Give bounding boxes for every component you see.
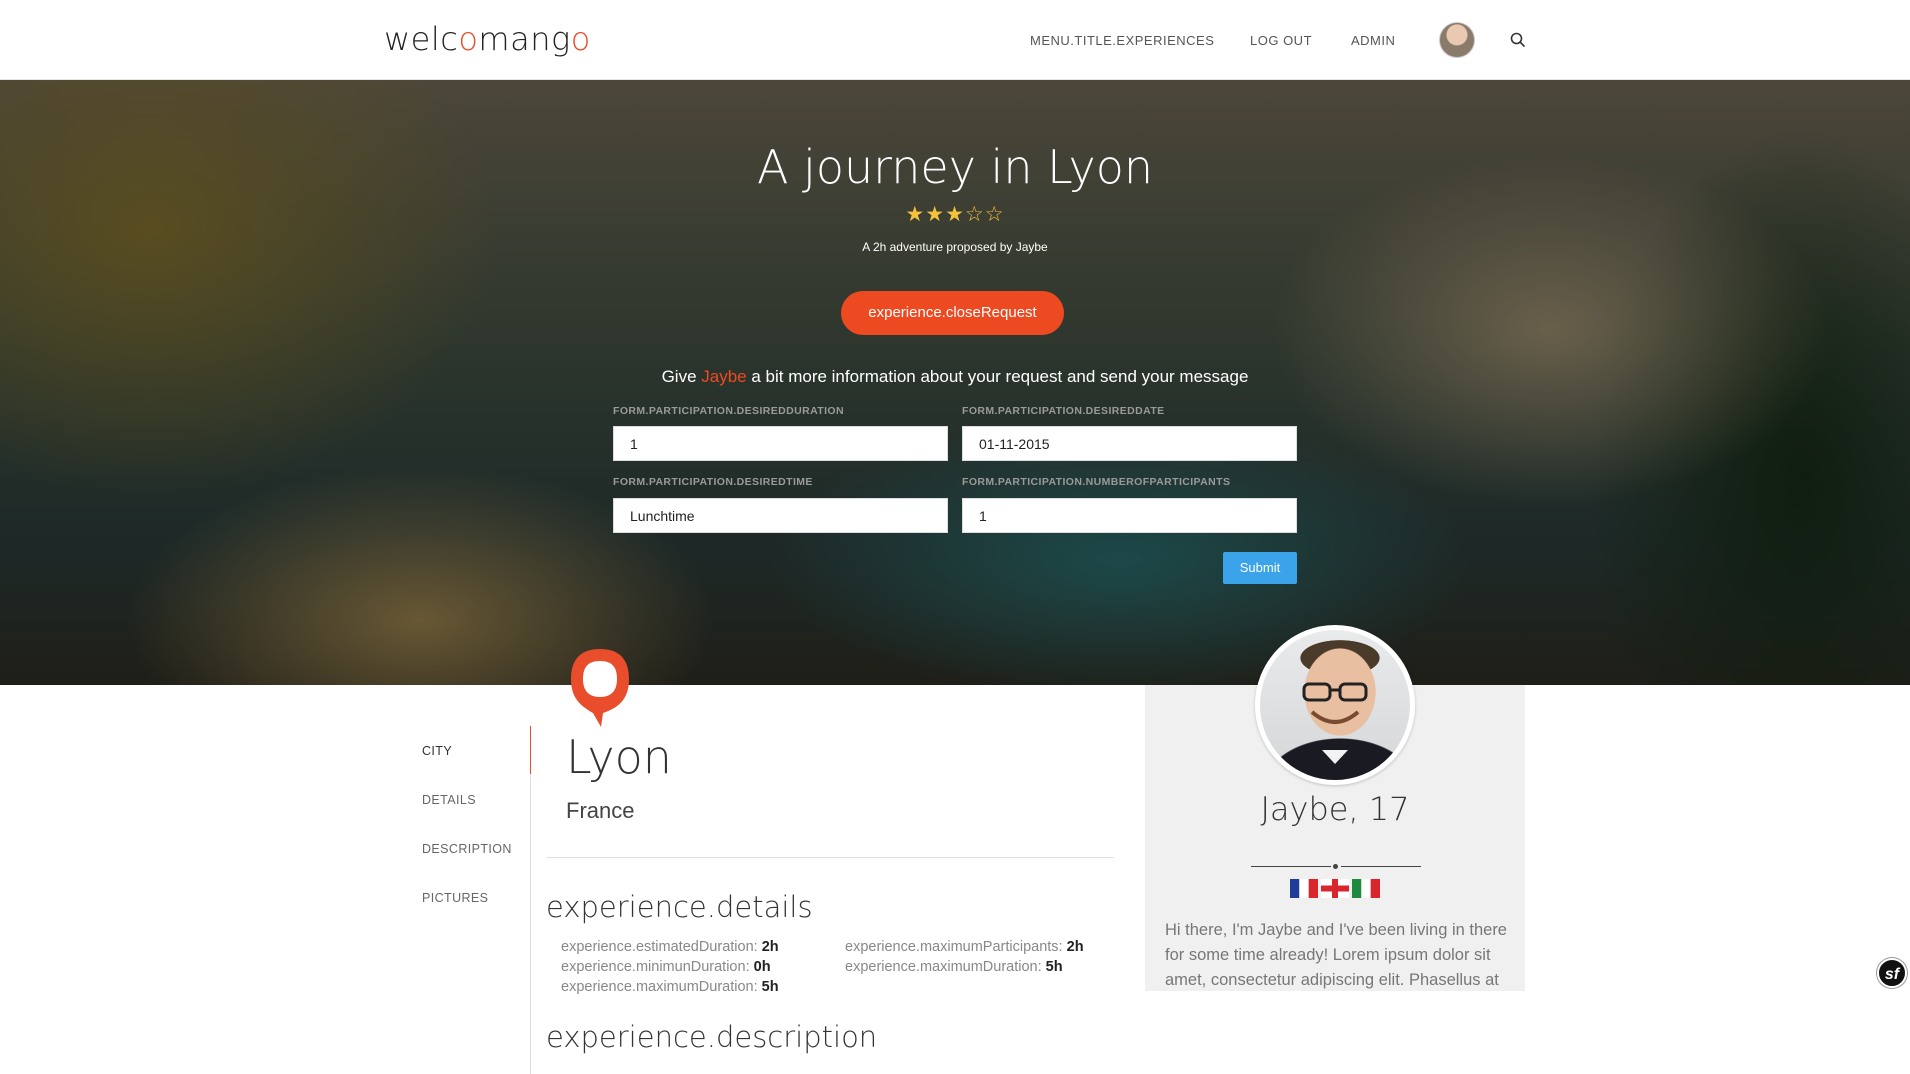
desired-duration-label: FORM.PARTICIPATION.DESIREDDURATION xyxy=(613,405,844,417)
detail-value: 2h xyxy=(761,939,779,955)
profile-rule-right xyxy=(1341,866,1421,867)
number-of-participants-input[interactable] xyxy=(962,498,1297,533)
sidebar-divider xyxy=(530,726,531,1074)
detail-value: 5h xyxy=(761,979,779,995)
active-section-indicator xyxy=(530,726,531,774)
detail-minimum-duration: experience.minimunDuration: 0h xyxy=(561,959,771,975)
rating-stars: ★★★☆☆ xyxy=(905,203,1005,226)
desired-time-input[interactable] xyxy=(613,498,948,533)
flag-england-icon xyxy=(1321,879,1349,898)
detail-maximum-duration-right: experience.maximumDuration: 5h xyxy=(845,959,1063,975)
profile-rule-left xyxy=(1251,866,1331,867)
instructions-prefix: Give xyxy=(661,367,702,386)
flag-france-icon xyxy=(1290,879,1318,898)
top-navbar: welcomango MENU.TITLE.EXPERIENCES LOG OU… xyxy=(0,0,1910,80)
details-heading: experience.details xyxy=(546,890,813,924)
logo-text-middle: mang xyxy=(478,20,571,58)
submit-button[interactable]: Submit xyxy=(1223,552,1297,584)
detail-value: 0h xyxy=(753,959,771,975)
country-name: France xyxy=(566,798,635,823)
experience-title: A journey in Lyon xyxy=(756,140,1154,194)
request-instructions: Give Jaybe a bit more information about … xyxy=(0,367,1910,387)
logo-o-accent: o xyxy=(458,20,479,58)
profile-rule-dot xyxy=(1333,864,1338,869)
detail-value: 2h xyxy=(1066,939,1084,955)
close-request-button[interactable]: experience.closeRequest xyxy=(841,291,1064,335)
detail-label: experience.maximumDuration: xyxy=(561,979,758,995)
flag-italy-icon xyxy=(1352,879,1380,898)
sidebar-item-description[interactable]: DESCRIPTION xyxy=(422,842,512,856)
experience-subtitle: A 2h adventure proposed by Jaybe xyxy=(862,240,1048,254)
nav-admin[interactable]: ADMIN xyxy=(1351,33,1395,48)
description-heading: experience.description xyxy=(546,1020,878,1054)
symfony-toolbar-icon[interactable]: sf xyxy=(1877,958,1907,988)
section-divider xyxy=(546,857,1114,858)
logo[interactable]: welcomango xyxy=(384,20,591,58)
detail-estimated-duration: experience.estimatedDuration: 2h xyxy=(561,939,779,955)
sidebar-item-city[interactable]: CITY xyxy=(422,744,452,758)
detail-maximum-participants: experience.maximumParticipants: 2h xyxy=(845,939,1084,955)
detail-label: experience.minimunDuration: xyxy=(561,959,750,975)
host-name-age: Jaybe, 17 xyxy=(1260,790,1410,828)
search-icon[interactable] xyxy=(1508,30,1528,50)
host-name-link[interactable]: Jaybe xyxy=(701,367,746,386)
desired-date-input[interactable] xyxy=(962,426,1297,461)
hero-banner: A journey in Lyon ★★★☆☆ A 2h adventure p… xyxy=(0,80,1910,685)
number-of-participants-label: FORM.PARTICIPATION.NUMBEROFPARTICIPANTS xyxy=(962,476,1231,488)
instructions-suffix: a bit more information about your reques… xyxy=(746,367,1249,386)
user-avatar[interactable] xyxy=(1439,22,1475,58)
desired-time-label: FORM.PARTICIPATION.DESIREDTIME xyxy=(613,476,813,488)
detail-label: experience.maximumParticipants: xyxy=(845,939,1063,955)
detail-value: 5h xyxy=(1045,959,1063,975)
sidebar-item-pictures[interactable]: PICTURES xyxy=(422,891,488,905)
logo-text-prefix: welc xyxy=(384,20,459,58)
detail-label: experience.estimatedDuration: xyxy=(561,939,758,955)
city-name: Lyon xyxy=(566,730,672,784)
nav-experiences[interactable]: MENU.TITLE.EXPERIENCES xyxy=(1030,33,1214,48)
detail-maximum-duration: experience.maximumDuration: 5h xyxy=(561,979,779,995)
host-bio: Hi there, I'm Jaybe and I've been living… xyxy=(1165,921,1507,989)
sidebar-item-details[interactable]: DETAILS xyxy=(422,793,476,807)
logo-o-accent-end: o xyxy=(570,20,591,58)
desired-date-label: FORM.PARTICIPATION.DESIREDDATE xyxy=(962,405,1165,417)
desired-duration-input[interactable] xyxy=(613,426,948,461)
detail-label: experience.maximumDuration: xyxy=(845,959,1042,975)
nav-log-out[interactable]: LOG OUT xyxy=(1250,33,1312,48)
